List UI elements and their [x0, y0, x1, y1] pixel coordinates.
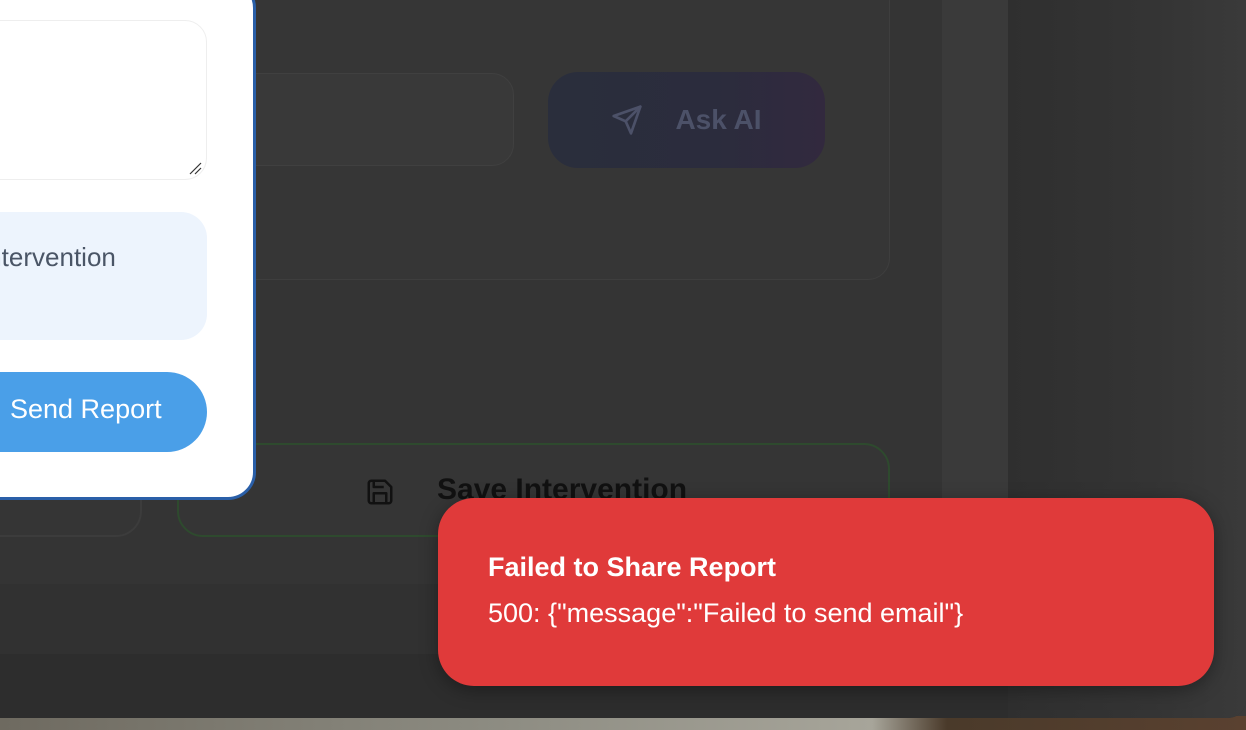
send-icon [612, 105, 643, 135]
toast-message: 500: {"message":"Failed to send email"} [488, 598, 964, 628]
toast-title: Failed to Share Report [488, 552, 777, 582]
screen: Ask AI Save Intervention Intervention [0, 0, 1246, 730]
ask-ai-button[interactable]: Ask AI [548, 72, 825, 168]
send-report-button[interactable]: Send Report [0, 372, 207, 452]
intervention-summary-text: Intervention [0, 242, 116, 272]
report-notes-textarea[interactable] [0, 20, 207, 180]
intervention-summary: Intervention [0, 212, 207, 340]
error-toast[interactable]: Failed to Share Report 500: {"message":"… [438, 498, 1214, 686]
save-icon [367, 479, 393, 505]
send-report-label: Send Report [10, 394, 162, 424]
share-report-dialog: Intervention Send Report [0, 0, 256, 500]
ask-ai-label: Ask AI [675, 104, 762, 135]
background-image-strip [0, 716, 1246, 730]
resize-grip-icon[interactable] [188, 161, 202, 175]
